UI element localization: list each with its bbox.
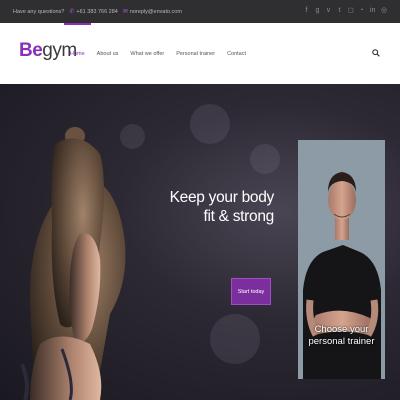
nav-about-us[interactable]: About us bbox=[91, 23, 125, 84]
trainer-caption: Choose your personal trainer bbox=[298, 324, 385, 348]
headline-line-2: fit & strong bbox=[203, 208, 275, 225]
topbar-phone[interactable]: +61 383 766 284 bbox=[76, 9, 117, 15]
headline-line-1: Keep your body bbox=[169, 189, 275, 206]
caption-line-2: personal trainer bbox=[308, 336, 375, 347]
facebook-icon[interactable]: f bbox=[304, 6, 309, 15]
top-bar: Have any questions? ✆ +61 383 766 284 ✉ … bbox=[0, 0, 400, 23]
bokeh-light bbox=[190, 104, 230, 144]
hero-woman-image bbox=[20, 127, 126, 400]
phone-icon: ✆ bbox=[69, 9, 75, 15]
topbar-contact: Have any questions? ✆ +61 383 766 284 ✉ … bbox=[13, 8, 182, 16]
bokeh-light bbox=[250, 144, 280, 174]
bokeh-light bbox=[210, 314, 260, 364]
personal-trainer-card[interactable]: Choose your personal trainer bbox=[298, 140, 385, 379]
search-icon[interactable] bbox=[372, 49, 380, 57]
start-today-button[interactable]: Start today bbox=[231, 278, 271, 305]
nav-contact[interactable]: Contact bbox=[221, 23, 252, 84]
main-nav: Home About us What we offer Personal tra… bbox=[64, 23, 252, 84]
site-header: Begym Home About us What we offer Person… bbox=[0, 23, 400, 84]
twitter-icon[interactable]: t bbox=[337, 6, 342, 15]
email-icon: ✉ bbox=[122, 9, 128, 15]
linkedin-icon[interactable]: in bbox=[370, 6, 375, 15]
nav-home[interactable]: Home bbox=[64, 23, 91, 84]
hero-headline: Keep your body fit & strong bbox=[150, 188, 275, 226]
dribbble-icon[interactable]: ◎ bbox=[381, 6, 387, 15]
topbar-email[interactable]: noreply@envato.com bbox=[130, 9, 182, 15]
instagram-icon[interactable]: ◻ bbox=[348, 6, 354, 15]
social-links: f g v t ◻ ◔ in ◎ bbox=[304, 6, 388, 15]
vimeo-icon[interactable]: v bbox=[326, 6, 331, 15]
rss-icon[interactable]: ◔ bbox=[359, 6, 364, 15]
topbar-question: Have any questions? bbox=[13, 8, 65, 15]
logo-be: Be bbox=[19, 40, 43, 61]
nav-personal-trainer[interactable]: Personal trainer bbox=[170, 23, 221, 84]
caption-line-1: Choose your bbox=[314, 324, 369, 335]
nav-what-we-offer[interactable]: What we offer bbox=[124, 23, 170, 84]
google-plus-icon[interactable]: g bbox=[315, 6, 320, 15]
